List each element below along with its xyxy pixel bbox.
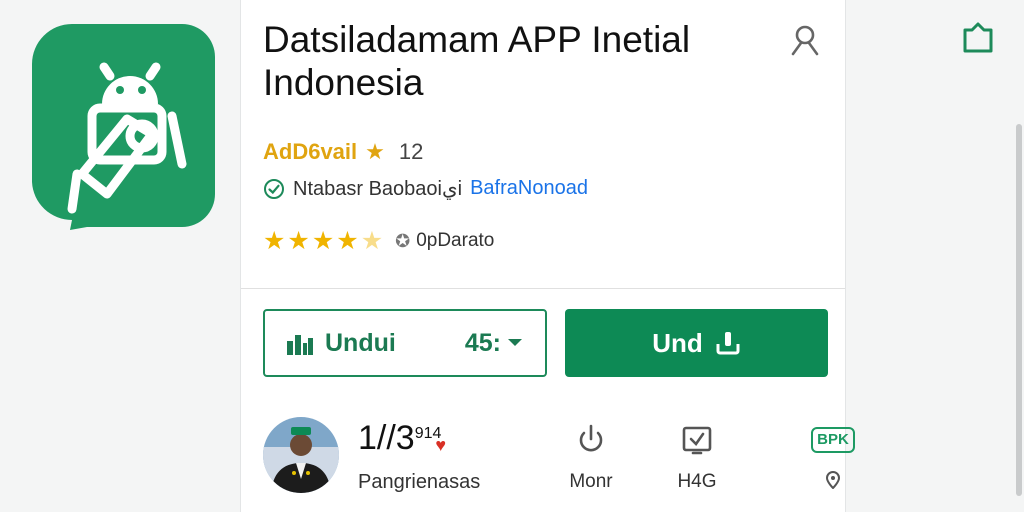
avatar[interactable] bbox=[263, 417, 339, 493]
verified-label: Ntabasr Baobaoiيi bbox=[293, 178, 463, 200]
stat-label: Monr bbox=[569, 471, 613, 492]
download-icon bbox=[716, 332, 740, 355]
app-details-card: Datsiladamam APP Inetial Indonesia AdD6v… bbox=[240, 0, 855, 512]
chevron-down-icon bbox=[508, 339, 522, 346]
star-icon: ★ bbox=[287, 227, 310, 255]
stat-checkbox[interactable]: H4G bbox=[667, 423, 727, 493]
divider bbox=[241, 288, 845, 289]
half-star-icon: ★ bbox=[360, 227, 384, 255]
size-value: 45: bbox=[464, 328, 501, 357]
checkbox-icon bbox=[667, 423, 727, 457]
location-pin-icon bbox=[803, 470, 863, 495]
secondary-download-button[interactable]: Undui 45: bbox=[263, 309, 547, 377]
secondary-button-label: Undui bbox=[325, 328, 396, 357]
star-icon: ★ bbox=[311, 227, 335, 255]
info-row: 1//3 914 ♥ Pangrienasas BPK bbox=[263, 415, 855, 505]
power-icon bbox=[561, 423, 621, 457]
developer-rating-row: AdD6vail ★ 12 bbox=[263, 139, 423, 165]
stat-badge[interactable]: BPK bbox=[803, 423, 863, 495]
verified-link[interactable]: BafraNonoad bbox=[470, 177, 588, 200]
badge-star-icon: ✪ bbox=[395, 230, 411, 251]
star-rating: ★ ★ ★ ★ ★ bbox=[263, 226, 383, 256]
stat-label: H4G bbox=[677, 471, 717, 492]
verified-row: Ntabasr Baobaoiيi BafraNonoad bbox=[263, 176, 588, 201]
date-subtitle: Pangrienasas bbox=[358, 471, 481, 493]
scrollbar[interactable] bbox=[1016, 124, 1022, 496]
share-icon[interactable] bbox=[960, 20, 996, 56]
stat-power[interactable]: Monr bbox=[561, 423, 621, 493]
date-main: 1//3 bbox=[358, 419, 415, 457]
star-icon: ★ bbox=[263, 227, 286, 255]
app-icon bbox=[32, 24, 215, 230]
app-title: Datsiladamam APP Inetial Indonesia bbox=[263, 19, 691, 103]
primary-button-label: Und bbox=[652, 327, 703, 358]
developer-name[interactable]: AdD6vail bbox=[263, 139, 357, 165]
rating-count: 12 bbox=[398, 139, 424, 164]
release-date: 1//3 914 ♥ bbox=[358, 419, 446, 458]
star-icon: ★ bbox=[365, 139, 385, 164]
profile-icon[interactable] bbox=[787, 22, 823, 58]
size-selector[interactable]: 45: bbox=[465, 329, 523, 358]
signal-bars-icon bbox=[287, 335, 313, 355]
content-rating-label: 0pDarato bbox=[416, 230, 495, 251]
bpk-badge: BPK bbox=[811, 427, 855, 453]
verified-check-icon bbox=[264, 178, 284, 199]
primary-download-button[interactable]: Und bbox=[565, 309, 828, 377]
stars-row: ★ ★ ★ ★ ★ ✪ 0pDarato bbox=[263, 226, 494, 256]
content-rating: ✪ 0pDarato bbox=[395, 230, 494, 252]
heart-icon: ♥ bbox=[435, 435, 447, 455]
star-icon: ★ bbox=[336, 227, 359, 255]
